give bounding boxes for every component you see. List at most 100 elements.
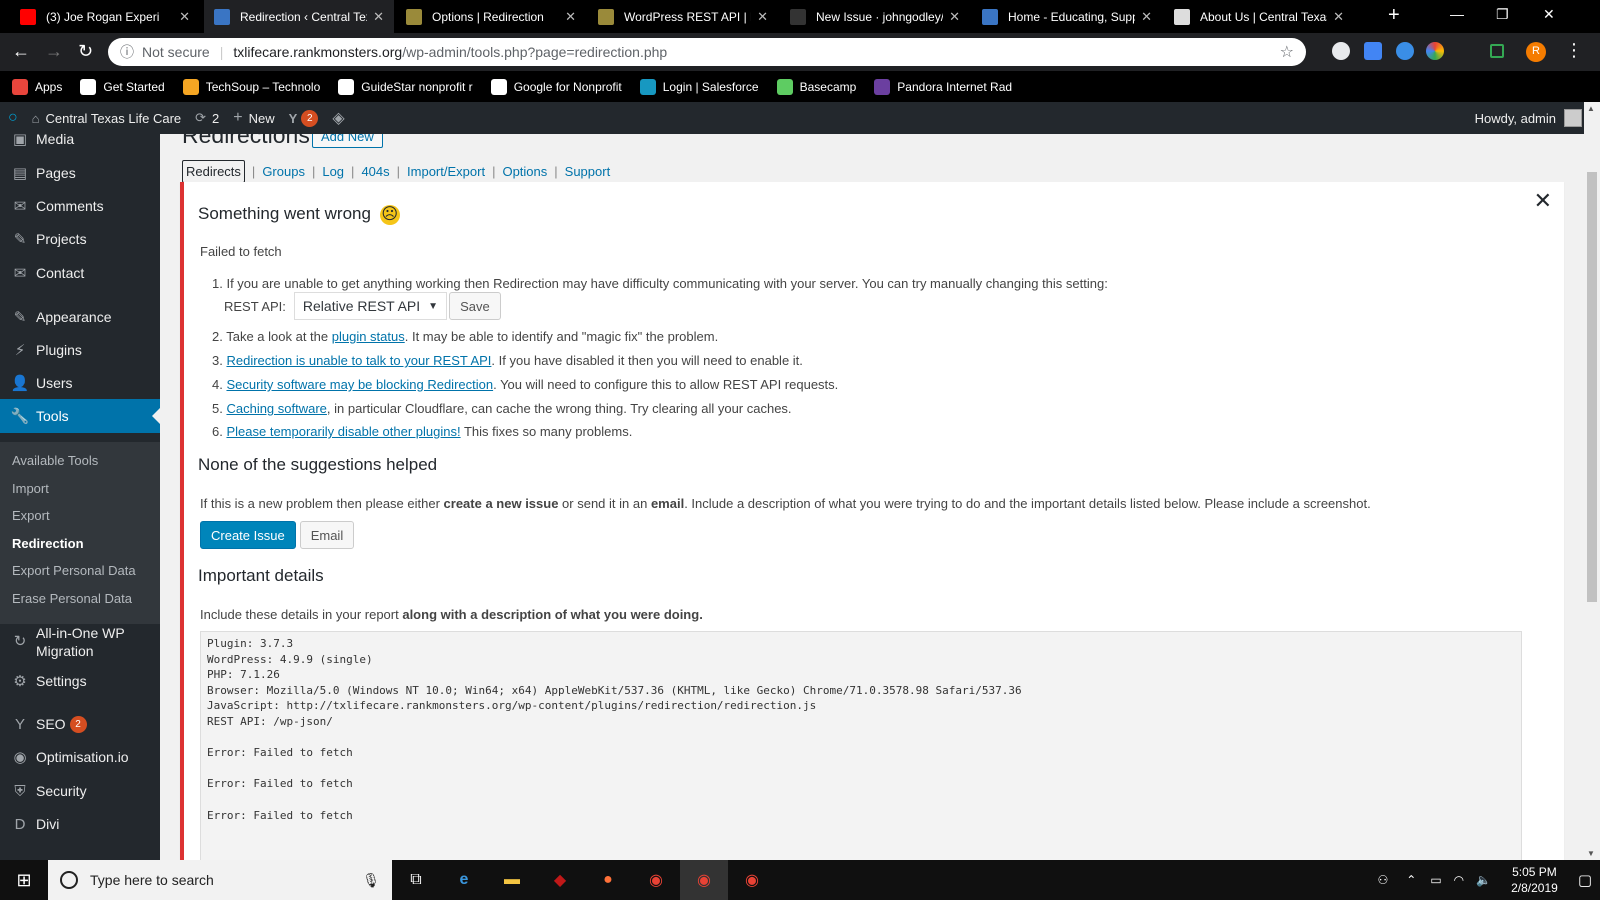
tab-groups[interactable]: Groups [262,164,305,179]
clock[interactable]: 5:05 PM 2/8/2019 [1511,864,1558,896]
task-view-icon[interactable]: ⧉ [392,860,440,900]
tab-close-icon[interactable]: ✕ [179,9,190,25]
updates-link[interactable]: ⟳ 2 [195,110,219,126]
wifi-icon[interactable]: ◠ [1454,873,1464,887]
sidebar-item-seo[interactable]: Y SEO 2 [0,707,160,741]
details-textarea[interactable]: Plugin: 3.7.3 WordPress: 4.9.9 (single) … [200,631,1522,860]
tab-404s[interactable]: 404s [361,164,389,179]
sidebar-item-plugins[interactable]: ⚡ Plugins [0,333,160,367]
browser-tab[interactable]: New Issue · johngodley/✕ [780,0,970,33]
tab-import-export[interactable]: Import/Export [407,164,485,179]
address-bar[interactable]: ⓘ Not secure | txlifecare.rankmonsters.o… [108,38,1306,66]
extension-cloud-icon[interactable] [1332,42,1350,60]
browser-tab[interactable]: About Us | Central Texas ✕ [1164,0,1354,33]
close-window-icon[interactable]: ✕ [1543,6,1555,23]
caching-software-link[interactable]: Caching software [226,401,326,416]
restore-icon[interactable]: ❐ [1496,6,1509,23]
firefox-icon[interactable]: ● [584,860,632,900]
sidebar-item-pages[interactable]: ▤ Pages [0,156,160,190]
chrome-icon[interactable]: ◉ [632,860,680,900]
browser-tab[interactable]: WordPress REST API | Re✕ [588,0,778,33]
edge-icon[interactable]: e [440,860,488,900]
bookmark-item[interactable]: GuideStar nonprofit r [338,78,473,95]
tab-log[interactable]: Log [322,164,344,179]
chevron-up-icon[interactable]: ⌃ [1406,873,1416,887]
bookmark-item[interactable]: Get Started [80,78,165,95]
sidebar-item-optimisation-io[interactable]: ◉ Optimisation.io [0,740,160,774]
sidebar-item-tools[interactable]: 🔧 Tools [0,399,160,433]
page-scrollbar[interactable]: ▲ ▼ [1584,102,1600,860]
file-explorer-icon[interactable]: ▬ [488,860,536,900]
volume-icon[interactable]: 🔈 [1476,873,1491,887]
site-name-link[interactable]: ⌂ Central Texas Life Care [32,111,181,126]
sidebar-item-appearance[interactable]: ✎ Appearance [0,300,160,334]
tab-close-icon[interactable]: ✕ [1333,9,1344,25]
tab-close-icon[interactable]: ✕ [1141,9,1152,25]
bookmark-item[interactable]: Google for Nonprofit [490,78,622,95]
back-icon[interactable]: ← [12,41,30,62]
yoast-seo-link[interactable]: Y 2 [289,109,319,127]
submenu-item-export[interactable]: Export [12,508,50,523]
browser-tab[interactable]: Redirection ‹ Central Tex ✕ [204,0,394,33]
extension-cast-icon[interactable] [1490,44,1504,58]
browser-menu-icon[interactable]: ⋮ [1565,40,1583,61]
divi-diamond-icon[interactable]: ◈ [332,108,344,128]
sidebar-item-settings[interactable]: ⚙ Settings [0,664,160,698]
tab-close-icon[interactable]: ✕ [757,9,768,25]
chrome-profile-b-icon[interactable]: ◉ [728,860,776,900]
notifications-icon[interactable]: ▢ [1578,871,1592,889]
close-icon[interactable]: ✕ [1534,188,1552,214]
new-tab-button[interactable]: + [1388,4,1400,27]
account-menu[interactable]: Howdy, admin [1475,102,1582,134]
minimize-icon[interactable]: — [1450,6,1464,22]
sidebar-item-comments[interactable]: ✉ Comments [0,189,160,223]
sidebar-item-divi[interactable]: D Divi [0,807,160,841]
bookmark-item[interactable]: Basecamp [776,78,856,95]
sidebar-item-contact[interactable]: ✉ Contact [0,256,160,290]
submenu-item-import[interactable]: Import [12,481,49,496]
tab-close-icon[interactable]: ✕ [949,9,960,25]
scroll-down-icon[interactable]: ▼ [1587,849,1595,858]
mcafee-icon[interactable]: ◆ [536,860,584,900]
extension-globe-icon[interactable] [1396,42,1414,60]
forward-icon[interactable]: → [45,41,63,62]
sidebar-item-security[interactable]: ⛨ Security [0,774,160,808]
create-issue-button[interactable]: Create Issue [200,521,296,549]
submenu-item-erase-personal-data[interactable]: Erase Personal Data [12,591,132,606]
extension-color-icon[interactable] [1426,42,1444,60]
battery-icon[interactable]: ▭ [1430,873,1441,887]
sidebar-item-users[interactable]: 👤 Users [0,366,160,400]
bookmark-star-icon[interactable]: ☆ [1280,42,1294,62]
tab-support[interactable]: Support [565,164,611,179]
taskbar-search[interactable]: Type here to search 🎙 [48,860,392,900]
profile-avatar[interactable]: R [1526,42,1546,62]
add-new-button[interactable]: Add New [312,134,383,148]
submenu-item-redirection[interactable]: Redirection [12,536,84,551]
bookmark-item[interactable]: Login | Salesforce [639,78,759,95]
disable-plugins-link[interactable]: Please temporarily disable other plugins… [226,424,460,439]
tab-close-icon[interactable]: ✕ [373,9,384,25]
email-button[interactable]: Email [299,521,355,549]
browser-tab[interactable]: (3) Joe Rogan Experi ✕ [10,0,200,33]
bookmark-item[interactable]: TechSoup – Technolo [182,78,320,95]
submenu-item-export-personal-data[interactable]: Export Personal Data [12,563,136,578]
chrome-profile-r-icon[interactable]: ◉ [680,860,728,900]
scroll-up-icon[interactable]: ▲ [1587,104,1595,113]
reload-icon[interactable]: ↻ [78,41,93,62]
new-content-link[interactable]: + New [233,109,274,127]
bookmark-item[interactable]: Apps [12,78,62,95]
tab-close-icon[interactable]: ✕ [565,9,576,25]
save-button[interactable]: Save [449,292,501,320]
sidebar-item-media[interactable]: ▣ Media [0,134,160,156]
tab-options[interactable]: Options [502,164,547,179]
wordpress-logo-icon[interactable]: ○ [8,109,18,127]
windows-start-icon[interactable]: ⊞ [0,860,48,900]
security-software-link[interactable]: Security software may be blocking Redire… [226,377,493,392]
microphone-icon[interactable]: 🎙 [362,872,380,889]
sidebar-item-projects[interactable]: ✎ Projects [0,222,160,256]
plugin-status-link[interactable]: plugin status [332,329,405,344]
browser-tab[interactable]: Options | Redirection ✕ [396,0,586,33]
bookmark-item[interactable]: Pandora Internet Rad [874,78,1012,95]
scroll-thumb[interactable] [1587,172,1597,602]
rest-api-link[interactable]: Redirection is unable to talk to your RE… [226,353,491,368]
